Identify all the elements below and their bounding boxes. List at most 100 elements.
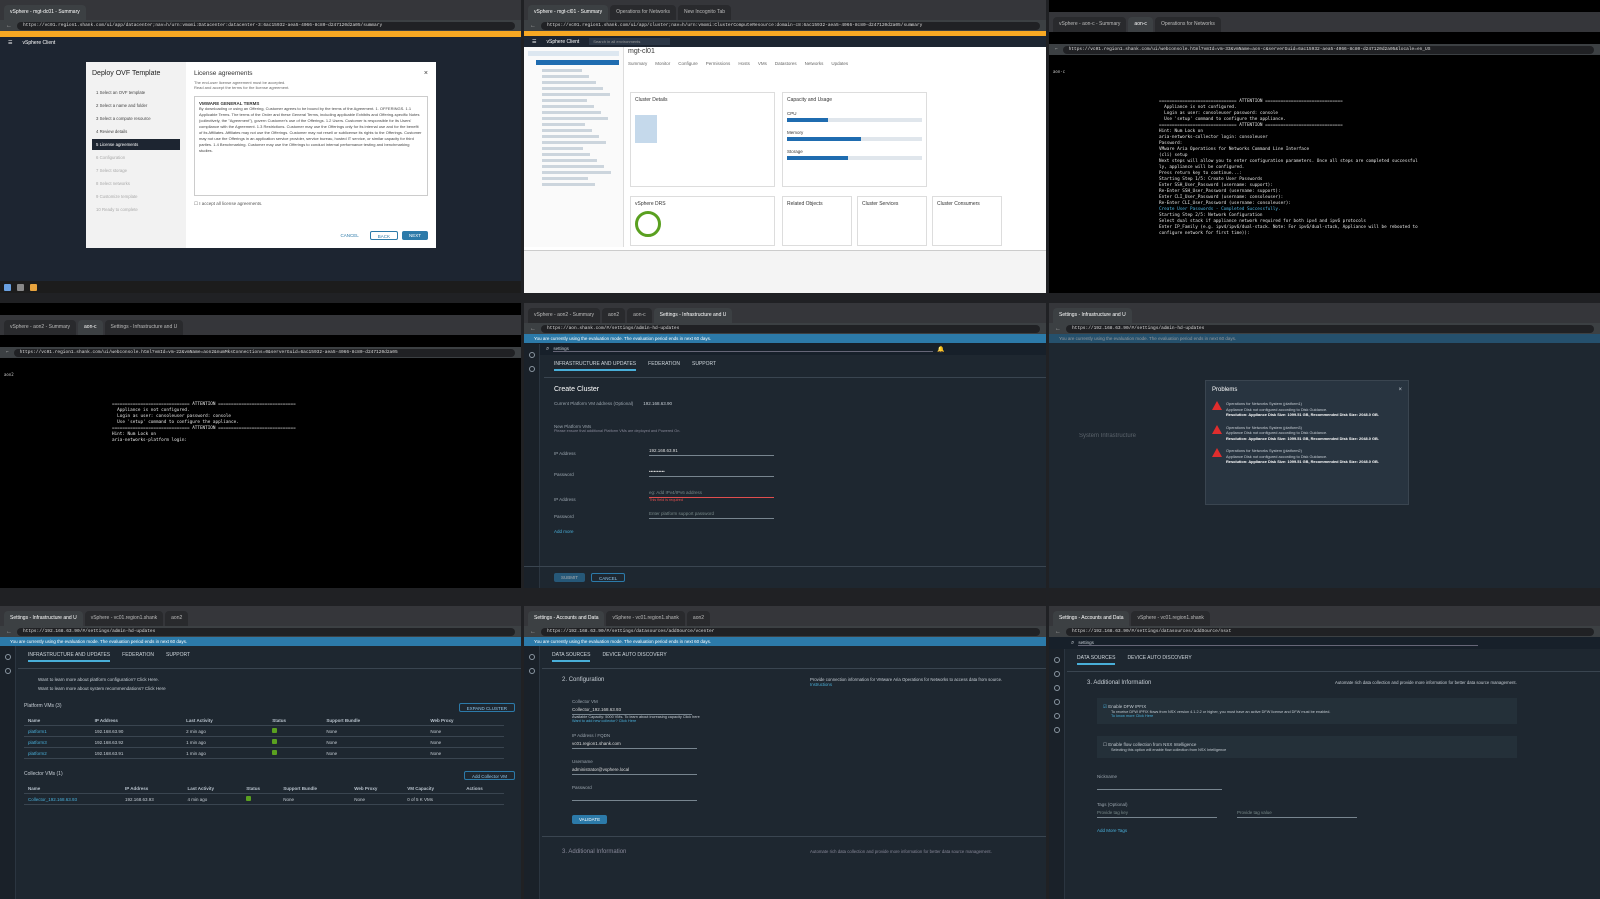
learn-recommend-link[interactable]: Want to learn more about system recommen…	[38, 684, 501, 693]
menu-icon[interactable]: ☰	[8, 40, 12, 46]
ip-input-2[interactable]: eg: Add IPv4/IPv6 address	[649, 487, 774, 498]
object-tab[interactable]: VMs	[758, 61, 767, 66]
next-button[interactable]: NEXT	[401, 231, 428, 240]
instructions-link[interactable]: Instructions	[810, 682, 1010, 687]
platform-vms-header[interactable]: Platform VMs (3)	[24, 703, 62, 712]
browser-tab[interactable]: vSphere - aon2 - Summary	[4, 320, 77, 335]
side-nav[interactable]	[524, 646, 540, 899]
browser-tab[interactable]: vSphere - vc01.region1.shank	[606, 611, 685, 626]
search-icon[interactable]	[1053, 685, 1060, 691]
browser-tab[interactable]: New Incognito Tab	[678, 5, 732, 20]
object-tab[interactable]: Datastores	[775, 61, 797, 66]
browser-tab[interactable]: vSphere - mgt-cl01 - Summary	[528, 5, 609, 20]
browser-tab[interactable]: vSphere - mgt-dc01 - Summary	[4, 5, 86, 20]
address-bar[interactable]: https://192.168.63.90/#/settings/admin-h…	[17, 627, 515, 636]
password-input-2[interactable]: Enter platform support password	[649, 508, 774, 519]
table-row[interactable]: platform2 192.168.63.91 1 min ago None None	[24, 747, 504, 759]
browser-tab[interactable]: aon-c	[1128, 17, 1153, 32]
tree-item[interactable]	[542, 159, 597, 162]
browser-tab[interactable]: vSphere - aon2 - Summary	[528, 308, 601, 323]
tree-item[interactable]	[542, 111, 601, 114]
browser-tab[interactable]: aon2	[165, 611, 189, 626]
search-input[interactable]: Search in all environments	[589, 38, 671, 45]
password-input[interactable]	[572, 790, 697, 801]
ip-input-1[interactable]: 192.168.63.91	[649, 445, 774, 456]
search-input[interactable]: settings	[1078, 640, 1479, 646]
nav-tab[interactable]: INFRASTRUCTURE AND UPDATES	[28, 652, 111, 662]
browser-tab[interactable]: vSphere - vc01.region1.shank	[1131, 611, 1210, 626]
browser-tab[interactable]: aon-c	[627, 308, 652, 323]
table-row[interactable]: platform3 192.168.63.92 1 min ago None None	[24, 736, 504, 748]
tree-item[interactable]	[542, 93, 610, 96]
tree-item[interactable]	[542, 147, 583, 150]
settings-icon[interactable]	[528, 668, 535, 674]
console-output[interactable]: ============================== ATTENTION…	[1049, 89, 1600, 237]
bell-icon[interactable]: 🔔	[937, 346, 944, 353]
eula-box[interactable]: VMWARE GENERAL TERMS By downloading or u…	[194, 96, 428, 196]
side-nav[interactable]	[0, 646, 16, 899]
nav-tab[interactable]: FEDERATION	[648, 361, 680, 371]
object-tab[interactable]: Permissions	[706, 61, 731, 66]
nav-tab[interactable]: DEVICE AUTO DISCOVERY	[602, 652, 666, 662]
table-row[interactable]: platform1 192.168.63.90 2 min ago None None	[24, 725, 504, 737]
home-icon[interactable]	[1053, 671, 1060, 677]
tree-item[interactable]	[542, 135, 599, 138]
table-row[interactable]: Collector_192.168.63.93 192.168.63.93 4 mi…	[24, 793, 504, 805]
close-icon[interactable]: ×	[424, 70, 428, 77]
nav-tab[interactable]: DATA SOURCES	[552, 652, 591, 662]
tree-item[interactable]	[542, 81, 596, 84]
address-bar[interactable]: https://192.168.63.90/#/settings/admin-h…	[1066, 324, 1594, 333]
close-icon[interactable]: ×	[1398, 387, 1402, 393]
wizard-step[interactable]: 8 Select networks	[92, 178, 180, 189]
object-tab[interactable]: Monitor	[655, 61, 670, 66]
wizard-step[interactable]: 9 Customize template	[92, 191, 180, 202]
add-collector-link[interactable]: Want to add new collector? Click Here	[572, 719, 1016, 723]
tree-item[interactable]	[542, 153, 590, 156]
nav-tab[interactable]: DATA SOURCES	[1077, 655, 1116, 665]
nav-tab[interactable]: DEVICE AUTO DISCOVERY	[1127, 655, 1191, 665]
settings-icon[interactable]	[4, 668, 11, 674]
wizard-step[interactable]: 1 Select an OVF template	[92, 87, 180, 98]
nav-tab[interactable]: FEDERATION	[122, 652, 154, 662]
collector-vms-header[interactable]: Collector VMs (1)	[24, 771, 63, 780]
search-icon[interactable]	[17, 283, 24, 291]
tree-item[interactable]	[542, 183, 595, 186]
wizard-step[interactable]: 4 Review details	[92, 126, 180, 137]
wizard-step[interactable]: 6 Configuration	[92, 152, 180, 163]
menu-icon[interactable]: ☰	[532, 39, 536, 45]
object-tab[interactable]: Networks	[805, 61, 824, 66]
learn-platform-link[interactable]: Want to learn more about platform config…	[38, 675, 501, 684]
validate-button[interactable]: VALIDATE	[572, 815, 608, 824]
object-tab[interactable]: Configure	[678, 61, 698, 66]
browser-tab[interactable]: vSphere - vc01.region1.shank	[84, 611, 164, 626]
expand-icon[interactable]	[1053, 657, 1060, 663]
side-nav[interactable]	[1049, 649, 1065, 899]
tree-item[interactable]	[542, 141, 606, 144]
tree-item[interactable]	[542, 171, 611, 174]
object-tab[interactable]: Summary	[628, 61, 647, 66]
address-bar[interactable]: https://192.168.63.90/#/settings/datasou…	[1066, 627, 1594, 636]
windows-start-icon[interactable]	[4, 283, 11, 291]
back-button[interactable]: BACK	[369, 231, 398, 240]
back-icon[interactable]: ←	[6, 629, 12, 635]
wizard-step[interactable]: 3 Select a compute resource	[92, 113, 180, 124]
object-tab[interactable]: Hosts	[738, 61, 750, 66]
nav-tab[interactable]: SUPPORT	[166, 652, 190, 662]
settings-icon[interactable]	[1053, 727, 1060, 733]
back-icon[interactable]: ←	[530, 629, 536, 635]
search-icon[interactable]: ⌕	[1071, 640, 1074, 647]
fqdn-input[interactable]: vc01.region1.shank.com	[572, 738, 697, 749]
browser-tab[interactable]: Settings - Infrastructure and U	[104, 320, 184, 335]
tree-item[interactable]	[542, 105, 594, 108]
back-icon[interactable]: ←	[1055, 326, 1061, 332]
browser-tab[interactable]: Operations for Networks	[610, 5, 676, 20]
browser-tab[interactable]: Settings - Infrastructure and U	[4, 611, 83, 626]
cancel-button[interactable]: CANCEL	[333, 231, 365, 240]
address-bar[interactable]: https://vc01.region1.shank.com/ui/webcon…	[13, 348, 515, 357]
tree-item[interactable]	[542, 123, 585, 126]
chrome-icon[interactable]	[30, 283, 37, 291]
inventory-tree[interactable]	[524, 47, 624, 247]
nav-tab[interactable]: SUPPORT	[692, 361, 716, 371]
tree-item[interactable]	[542, 87, 603, 90]
browser-tab[interactable]: Settings - Accounts and Data	[1053, 611, 1130, 626]
